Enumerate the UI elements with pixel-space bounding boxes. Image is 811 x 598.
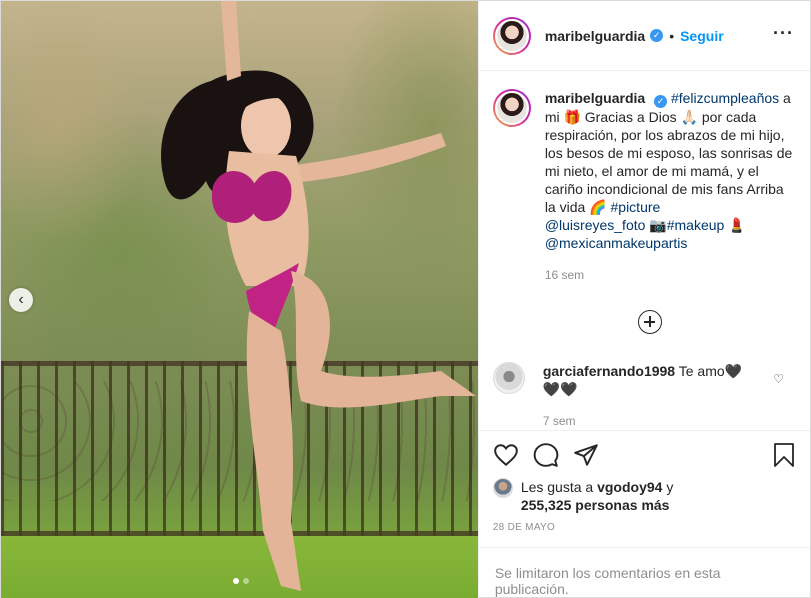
photo-subject — [161, 1, 476, 591]
instagram-post: ‹ maribelguardia ✓ • Seguir ··· maribelg… — [0, 0, 811, 598]
carousel-dots — [233, 578, 249, 584]
comment-bubble-icon[interactable] — [533, 442, 559, 468]
like-heart-icon[interactable] — [493, 442, 519, 468]
post-actions — [478, 430, 810, 478]
liker-avatar[interactable] — [492, 478, 513, 498]
likes-summary: Les gusta a vgodoy94 y 255,325 personas … — [479, 478, 810, 514]
post-date[interactable]: 28 DE MAYO — [479, 514, 810, 547]
comment-timestamp[interactable]: 7 sem — [543, 412, 753, 430]
commenter-avatar[interactable] — [492, 362, 525, 394]
header-separator: • — [669, 27, 675, 44]
hashtag-link[interactable]: #felizcumpleaños — [671, 90, 779, 106]
previous-slide-button[interactable]: ‹ — [9, 288, 33, 312]
carousel-dot-2 — [243, 578, 249, 584]
author-username[interactable]: maribelguardia — [545, 28, 645, 44]
commenter-username[interactable]: garciafernando1998 — [543, 363, 675, 379]
author-avatar[interactable] — [492, 16, 531, 55]
caption-verified-icon: ✓ — [654, 95, 668, 108]
carousel-dot-1 — [233, 578, 239, 584]
more-options-icon[interactable]: ··· — [773, 23, 794, 44]
post-photo[interactable]: ‹ — [1, 1, 478, 598]
like-comment-heart-icon[interactable]: ♡ — [773, 372, 784, 386]
caption-username[interactable]: maribelguardia — [545, 90, 645, 106]
mention-link[interactable]: @mexicanmakeupartis — [545, 235, 688, 251]
caption-text: maribelguardia ✓ #felizcumpleaños a mi 🎁… — [545, 89, 795, 284]
comments-limited-notice: Se limitaron los comentarios en esta pub… — [478, 547, 810, 598]
share-paper-plane-icon[interactable] — [573, 442, 599, 468]
comments-area: maribelguardia ✓ #felizcumpleaños a mi 🎁… — [479, 71, 810, 430]
hashtag-link[interactable]: #picture — [611, 199, 661, 215]
follow-button[interactable]: Seguir — [680, 28, 724, 44]
likes-text: Les gusta a vgodoy94 y 255,325 personas … — [521, 478, 674, 514]
caption-author-avatar[interactable] — [492, 89, 531, 127]
likes-prefix: Les gusta a — [520, 479, 598, 495]
caption-body: 📷 — [645, 217, 667, 233]
likes-count[interactable]: 255,325 personas más — [521, 497, 670, 513]
likes-connector: y — [662, 479, 674, 495]
caption-body: a mi 🎁 Gracias a Dios 🙏🏻 por cada respir… — [544, 90, 793, 215]
caption-body: 💄 — [724, 217, 746, 233]
post-header: maribelguardia ✓ • Seguir ··· — [478, 1, 810, 71]
mention-link[interactable]: @luisreyes_foto — [545, 217, 646, 233]
caption-row: maribelguardia ✓ #felizcumpleaños a mi 🎁… — [492, 89, 796, 284]
caption-timestamp[interactable]: 16 sem — [545, 266, 795, 284]
comment-item: garciafernando1998 Te amo🖤🖤🖤 7 sem ♡ — [492, 362, 796, 430]
post-side-panel: maribelguardia ✓ • Seguir ··· maribelgua… — [477, 1, 810, 598]
hashtag-link[interactable]: #makeup — [667, 217, 725, 233]
save-bookmark-icon[interactable] — [772, 442, 796, 468]
verified-badge-icon: ✓ — [650, 29, 664, 42]
liker-username[interactable]: vgodoy94 — [597, 479, 662, 495]
load-more-comments-icon[interactable] — [638, 310, 663, 334]
comment-text: garciafernando1998 Te amo🖤🖤🖤 7 sem — [543, 362, 753, 430]
